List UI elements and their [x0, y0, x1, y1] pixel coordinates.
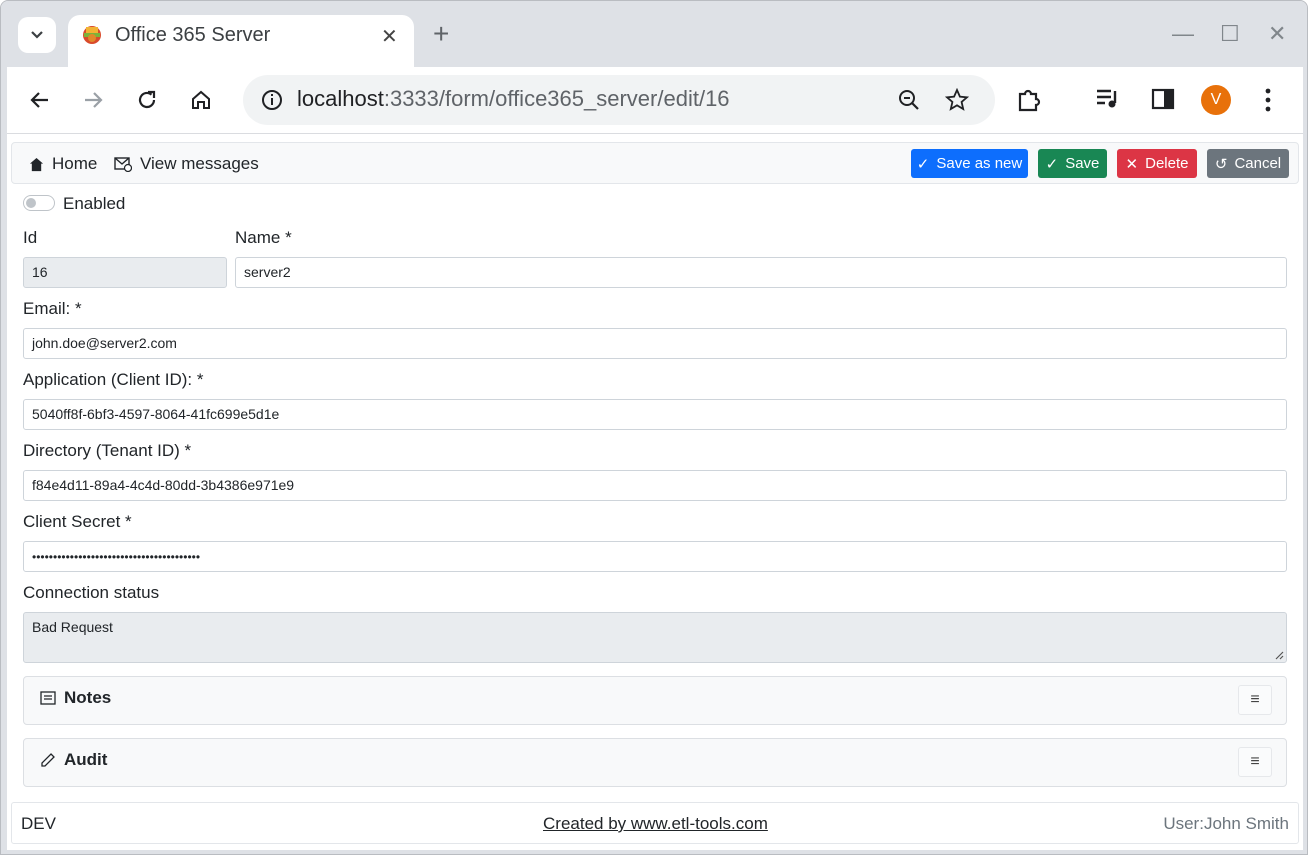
forward-button[interactable] [76, 83, 110, 117]
browser-window: Office 365 Server ✕ + — ☐ ✕ localhost:33… [0, 0, 1308, 855]
favicon-icon [83, 26, 101, 44]
page-content: Home View messages ✓ Save as new ✓ Save ✕ D… [7, 133, 1303, 850]
notes-panel[interactable]: Notes ≡ [23, 676, 1287, 725]
client-id-field[interactable]: 5040ff8f-6bf3-4597-8064-41fc699e5d1e [23, 399, 1287, 430]
profile-initial: V [1210, 91, 1222, 108]
profile-avatar[interactable]: V [1201, 85, 1231, 115]
enabled-toggle[interactable] [23, 195, 55, 211]
site-info-icon[interactable] [261, 89, 283, 111]
new-tab-button[interactable]: + [433, 19, 449, 49]
undo-icon: ↺ [1214, 155, 1228, 173]
audit-panel-title: Audit [40, 750, 107, 770]
save-button[interactable]: ✓ Save [1038, 149, 1107, 178]
close-tab-icon[interactable]: ✕ [381, 24, 398, 49]
tenant-id-label: Directory (Tenant ID) * [23, 441, 192, 460]
save-as-new-button[interactable]: ✓ Save as new [911, 149, 1028, 178]
home-icon [29, 157, 44, 171]
connection-status-label: Connection status [23, 583, 160, 602]
notes-icon [40, 691, 56, 705]
maximize-icon[interactable]: ☐ [1220, 19, 1240, 49]
forward-arrow-icon [85, 92, 103, 108]
side-panel-icon[interactable] [1151, 87, 1175, 111]
name-label: Name * [235, 228, 292, 247]
environment-label: DEV [21, 814, 56, 833]
check-icon: ✓ [916, 155, 930, 173]
name-field[interactable]: server2 [235, 257, 1287, 288]
cancel-button[interactable]: ↺ Cancel [1207, 149, 1289, 178]
home-link-label: Home [52, 154, 98, 173]
current-user-label: User:John Smith [1163, 814, 1289, 833]
audit-panel[interactable]: Audit ≡ [23, 738, 1287, 787]
credit-link[interactable]: Created by www.etl-tools.com [543, 814, 768, 834]
menu-icon: ≡ [1250, 691, 1260, 708]
app-toolbar: Home View messages ✓ Save as new ✓ Save ✕ D… [11, 142, 1299, 184]
back-button[interactable] [23, 83, 57, 117]
enabled-label: Enabled [63, 194, 126, 213]
home-browser-button[interactable] [184, 83, 218, 117]
envelope-check-icon [114, 156, 132, 172]
notes-menu-button[interactable]: ≡ [1238, 685, 1272, 715]
tab-strip: Office 365 Server ✕ + — ☐ ✕ [1, 1, 1307, 67]
view-messages-link[interactable]: View messages [114, 154, 259, 174]
email-field[interactable]: john.doe@server2.com [23, 328, 1287, 359]
window-close-icon[interactable]: ✕ [1268, 19, 1286, 49]
reload-button[interactable] [130, 83, 164, 117]
client-secret-label: Client Secret * [23, 512, 132, 531]
email-label: Email: * [23, 299, 82, 318]
client-secret-field[interactable]: •••••••••••••••••••••••••••••••••••••••• [23, 541, 1287, 572]
bookmark-star-icon[interactable] [945, 88, 969, 112]
reload-icon [138, 90, 156, 109]
connection-status-field: Bad Request [23, 612, 1287, 663]
pencil-icon [41, 753, 55, 767]
tab-title: Office 365 Server [115, 24, 271, 46]
notes-panel-title: Notes [40, 688, 111, 708]
connection-status-text: Bad Request [32, 619, 113, 635]
client-id-label: Application (Client ID): * [23, 370, 204, 389]
id-field: 16 [23, 257, 227, 288]
back-arrow-icon [30, 92, 48, 108]
tab-search-button[interactable] [18, 17, 56, 53]
minimize-icon[interactable]: — [1172, 19, 1194, 49]
media-control-icon[interactable] [1095, 87, 1121, 111]
browser-menu-icon[interactable] [1259, 87, 1277, 113]
browser-toolbar: localhost:3333/form/office365_server/edi… [7, 67, 1303, 133]
x-icon: ✕ [1125, 155, 1139, 173]
id-label: Id [23, 228, 38, 247]
browser-tab-active[interactable]: Office 365 Server ✕ [68, 15, 414, 67]
check-icon: ✓ [1045, 155, 1059, 173]
page-footer: DEV Created by www.etl-tools.com User:Jo… [11, 802, 1299, 844]
delete-button[interactable]: ✕ Delete [1117, 149, 1197, 178]
resize-handle-icon[interactable] [1274, 650, 1284, 660]
home-icon [192, 90, 210, 109]
tenant-id-field[interactable]: f84e4d11-89a4-4c4d-80dd-3b4386e971e9 [23, 470, 1287, 501]
view-messages-label: View messages [140, 154, 259, 173]
chevron-down-icon [31, 31, 43, 39]
address-bar[interactable]: localhost:3333/form/office365_server/edi… [243, 75, 995, 125]
audit-menu-button[interactable]: ≡ [1238, 747, 1272, 777]
extensions-icon[interactable] [1015, 86, 1043, 114]
home-link[interactable]: Home [29, 154, 97, 174]
menu-icon: ≡ [1250, 753, 1260, 770]
url-text[interactable]: localhost:3333/form/office365_server/edi… [297, 86, 730, 112]
zoom-icon[interactable] [897, 88, 921, 112]
